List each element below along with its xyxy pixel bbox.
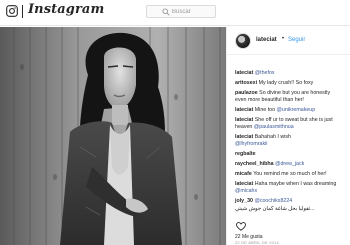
comment-text: You remind me so much of her! xyxy=(253,171,327,177)
comment-user[interactable]: lateciat xyxy=(235,134,253,140)
comment-text: So divine but you are honestly xyxy=(259,90,331,96)
comment-user[interactable]: regbalte xyxy=(235,151,256,157)
comment-user[interactable]: raycheel_hibha xyxy=(235,161,274,167)
comment-text: Haha maybe when I was dreaming xyxy=(254,181,337,187)
search-input[interactable] xyxy=(172,7,214,17)
comment-text: heaven xyxy=(235,123,254,130)
comment-line: raycheel_hibha @drew_jack xyxy=(235,161,349,167)
heart-icon[interactable] xyxy=(236,222,246,231)
comment-line: lateciat Haha maybe when I was dreaming xyxy=(235,181,349,187)
comment-mention[interactable]: @paulasmithnua xyxy=(254,124,294,130)
comment-user[interactable]: lateciat xyxy=(235,181,253,187)
comment-line: lateciat Bahahah I wish xyxy=(235,134,349,140)
post-photo-image xyxy=(0,27,226,245)
comment-text: My lady crush!! So foxy xyxy=(258,80,314,86)
comment-mention[interactable]: @micahx xyxy=(235,188,257,194)
post-side-panel: lateciat • Seguir lateciat @thefox artto… xyxy=(226,27,350,245)
comment-user[interactable]: paulazoe xyxy=(235,90,258,96)
header-dot-separator: • xyxy=(282,36,285,42)
comment-mention[interactable]: @thefox xyxy=(255,70,275,76)
comment-mention[interactable]: @lhyfromrakii xyxy=(235,141,267,147)
comment-line: paulazoe So divine but you are honestly xyxy=(235,90,349,96)
comment-line: even more beautiful than her! xyxy=(235,97,349,103)
comment-line: @lhyfromrakii xyxy=(235,141,349,147)
comment-user[interactable]: lateciat xyxy=(235,117,253,123)
comment-text: even more beautiful than her! xyxy=(235,96,304,103)
post-username[interactable]: lateciat xyxy=(256,37,277,43)
comment-line: heaven @paulasmithnua xyxy=(235,124,349,130)
comment-user[interactable]: micafe xyxy=(235,171,252,177)
comment-line: regbalte xyxy=(235,151,349,157)
comment-text: She off ur to sweat but she is just xyxy=(254,117,333,123)
comment-user[interactable]: joly_30 xyxy=(235,198,253,204)
comment-line: lateciat Mine too @unikremakeup xyxy=(235,107,349,113)
comment-line: lateciat @thefox xyxy=(235,70,349,76)
post-photo[interactable] xyxy=(0,27,226,245)
avatar[interactable] xyxy=(235,33,251,49)
instagram-camera-icon[interactable] xyxy=(6,5,18,17)
comment-text: ثقوليا بحل شاغة كمان جوش شيتي... xyxy=(235,206,315,212)
comment-user[interactable]: lateciat xyxy=(235,70,253,76)
follow-button[interactable]: Seguir xyxy=(288,37,305,43)
comment-user[interactable]: lateciat xyxy=(235,107,253,113)
comment-line: @micahx xyxy=(235,188,349,194)
comment-line: lateciat She off ur to sweat but she is … xyxy=(235,117,349,123)
comment-text: Bahahah I wish xyxy=(254,134,291,140)
comment-mention[interactable]: @unikremakeup xyxy=(277,107,316,113)
logo-divider xyxy=(22,5,23,18)
comment-mention[interactable]: @drew_jack xyxy=(275,161,304,167)
comment-user[interactable]: arttosexi xyxy=(235,80,257,86)
search-icon xyxy=(162,8,170,16)
comment-line: joly_30 @coochikx8224 xyxy=(235,198,349,204)
post-header: lateciat • Seguir xyxy=(227,27,350,55)
comment-line: arttosexi My lady crush!! So foxy xyxy=(235,80,349,86)
instagram-logo[interactable]: Instagram xyxy=(28,2,104,17)
top-navigation-bar: Instagram xyxy=(0,0,350,26)
search-box[interactable] xyxy=(146,5,216,18)
comment-line: micafe You remind me so much of her! xyxy=(235,171,349,177)
comment-text: Mine too xyxy=(254,107,277,113)
post-date: 22 DE ABRIL DE 2014 xyxy=(235,240,279,245)
comment-mention[interactable]: @coochikx8224 xyxy=(254,198,292,204)
comment-line: ثقوليا بحل شاغة كمان جوش شيتي... xyxy=(235,206,349,212)
